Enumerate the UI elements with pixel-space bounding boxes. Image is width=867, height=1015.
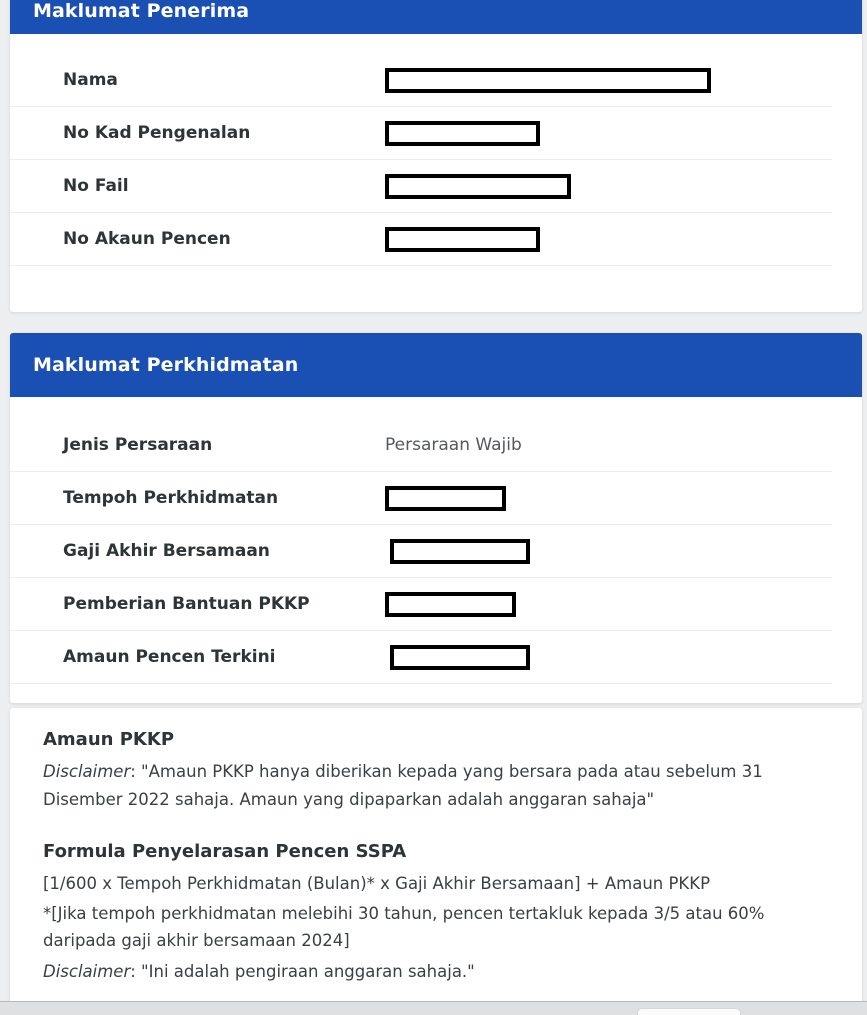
row-label-no-fail: No Fail [63,175,129,196]
table-row: Tempoh Perkhidmatan [10,472,832,525]
table-row: Gaji Akhir Bersamaan [10,525,832,578]
card-body-maklumat-perkhidmatan: Jenis Persaraan Persaraan Wajib Tempoh P… [10,397,862,684]
card-body-maklumat-penerima: Nama No Kad Pengenalan No Fail No Akaun … [10,34,862,266]
pkkp-disclaimer-text: : "Amaun PKKP hanya diberikan kepada yan… [43,762,763,809]
card-notes-disclaimer: Amaun PKKP Disclaimer: "Amaun PKKP hanya… [10,708,862,1008]
redacted-value-nama [385,67,711,93]
card-header-maklumat-perkhidmatan: Maklumat Perkhidmatan [10,333,862,397]
card-header-maklumat-penerima: Maklumat Penerima [10,0,862,34]
table-row: Nama [10,54,832,107]
table-row: No Kad Pengenalan [10,107,832,160]
row-value-jenis-persaraan: Persaraan Wajib [385,434,522,455]
row-label-amaun-pencen-terkini: Amaun Pencen Terkini [63,646,276,667]
pension-statement-page: Maklumat Penerima Nama No Kad Pengenalan… [0,0,867,1015]
redacted-value-no-akaun-pencen [385,226,540,252]
section-title-maklumat-penerima: Maklumat Penerima [33,0,250,22]
pkkp-disclaimer-paragraph: Disclaimer: "Amaun PKKP hanya diberikan … [43,758,832,812]
formula-footnote: *[Jika tempoh perkhidmatan melebihi 30 t… [43,904,765,951]
row-label-jenis-persaraan: Jenis Persaraan [63,434,213,455]
table-row: Pemberian Bantuan PKKP [10,578,832,631]
redacted-value-gaji-akhir-bersamaan [390,538,530,564]
redacted-value-pemberian-bantuan-pkkp [385,591,516,617]
formula-disclaimer-paragraph: Disclaimer: "Ini adalah pengiraan anggar… [43,958,832,985]
redacted-value-amaun-pencen-terkini [390,644,530,670]
row-label-nama: Nama [63,69,118,90]
formula-expression: [1/600 x Tempoh Perkhidmatan (Bulan)* x … [43,874,711,894]
row-label-no-akaun-pencen: No Akaun Pencen [63,228,231,249]
section-title-maklumat-perkhidmatan: Maklumat Perkhidmatan [33,354,299,376]
bottom-action-button-peek[interactable] [637,1008,741,1015]
row-label-gaji-akhir-bersamaan: Gaji Akhir Bersamaan [63,540,270,561]
row-label-pemberian-bantuan-pkkp: Pemberian Bantuan PKKP [63,593,310,614]
redacted-value-no-fail [385,173,571,199]
formula-disclaimer-text: : "Ini adalah pengiraan anggaran sahaja.… [130,961,475,981]
row-label-no-kad-pengenalan: No Kad Pengenalan [63,122,251,143]
formula-disclaimer-label: Disclaimer [43,961,131,981]
heading-amaun-pkkp: Amaun PKKP [43,729,175,750]
redacted-value-tempoh-perkhidmatan [385,485,506,511]
table-row: Jenis Persaraan Persaraan Wajib [10,419,832,472]
table-row: No Akaun Pencen [10,213,832,266]
row-label-tempoh-perkhidmatan: Tempoh Perkhidmatan [63,487,279,508]
card-maklumat-penerima: Maklumat Penerima Nama No Kad Pengenalan… [10,0,862,312]
heading-formula-penyelarasan: Formula Penyelarasan Pencen SSPA [43,840,407,862]
table-row: No Fail [10,160,832,213]
redacted-value-no-kad-pengenalan [385,120,540,146]
table-row: Amaun Pencen Terkini [10,631,832,684]
card-maklumat-perkhidmatan: Maklumat Perkhidmatan Jenis Persaraan Pe… [10,333,862,703]
pkkp-disclaimer-label: Disclaimer [43,762,131,782]
